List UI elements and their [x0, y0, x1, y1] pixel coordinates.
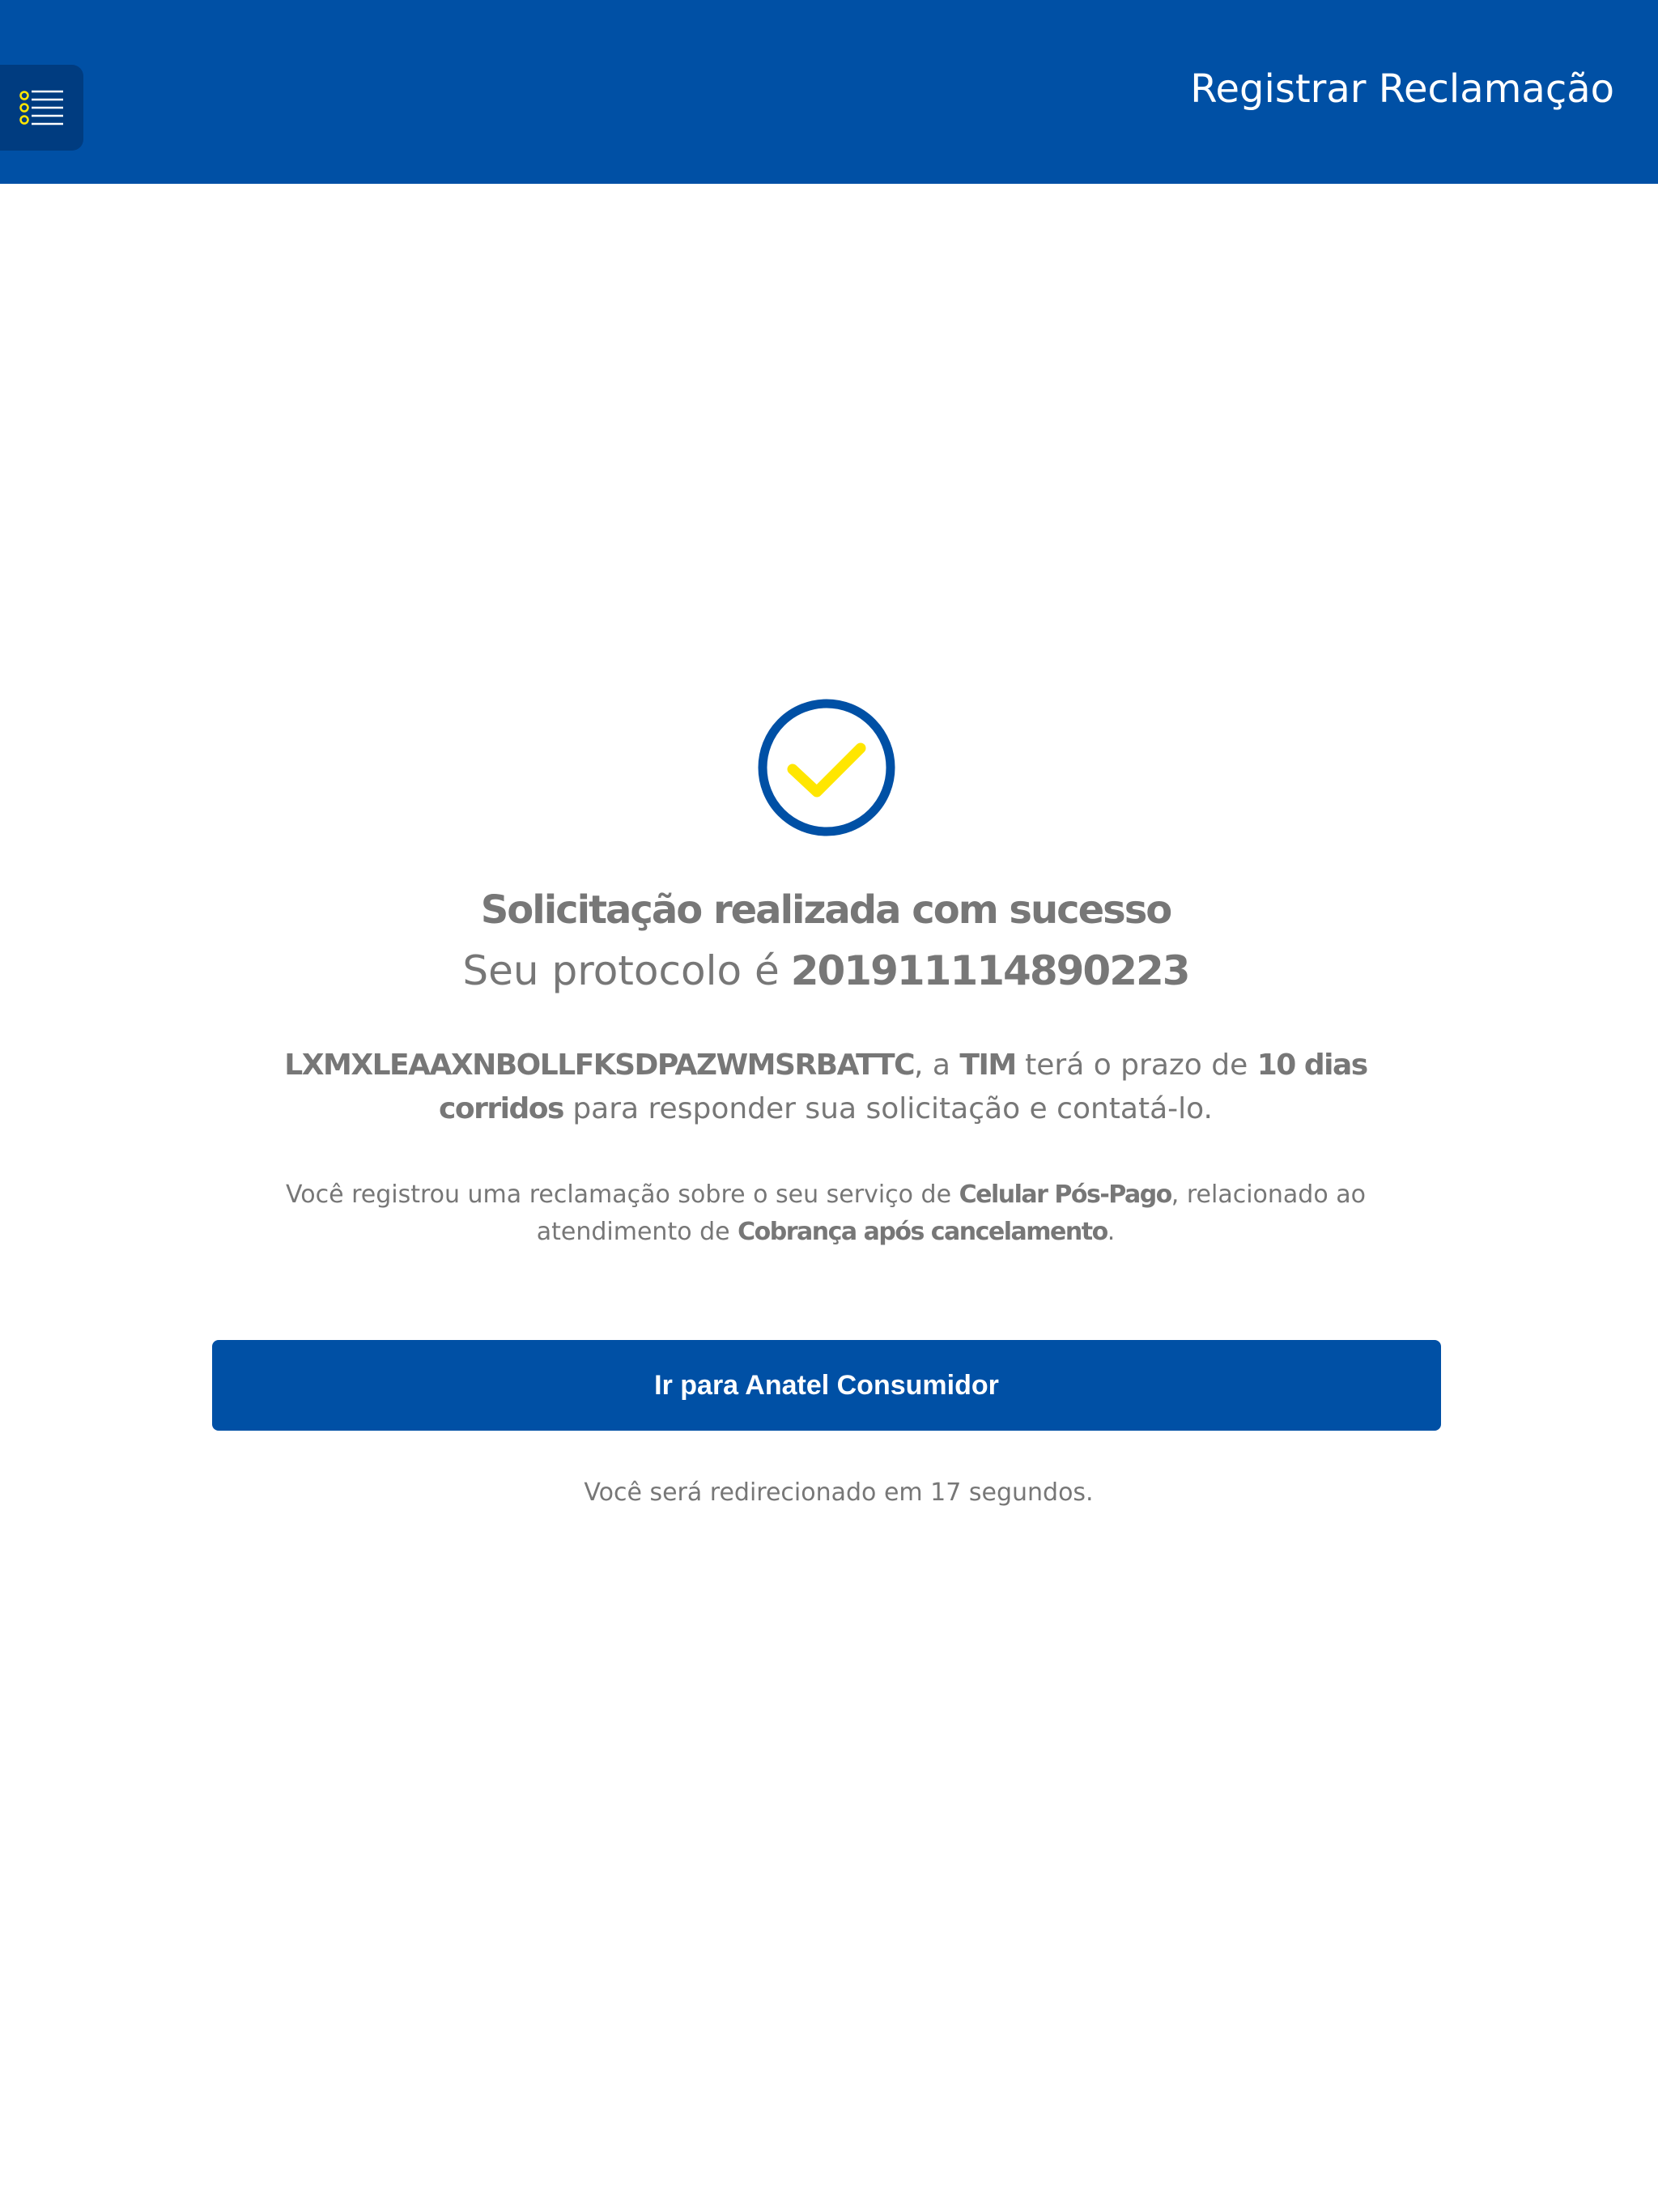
protocol-line: Seu protocolo é 201911114890223	[0, 942, 1652, 1000]
menu-button[interactable]	[0, 65, 83, 151]
page-title: Registrar Reclamação	[1190, 66, 1614, 112]
complaint-subject: Cobrança após cancelamento	[738, 1218, 1108, 1246]
protocol-number: 201911114890223	[790, 947, 1191, 994]
service-text-3: .	[1107, 1218, 1116, 1246]
app-header: Registrar Reclamação	[0, 0, 1658, 184]
go-to-anatel-consumidor-button[interactable]: Ir para Anatel Consumidor	[212, 1340, 1441, 1431]
success-title: Solicitação realizada com sucesso	[480, 887, 1173, 933]
service-type: Celular Pós-Pago	[959, 1180, 1173, 1209]
response-deadline-text: LXMXLEAAXNBOLLFKSDPAZWMSRBATTC, a TIM te…	[219, 1044, 1433, 1131]
user-name: LXMXLEAAXNBOLLFKSDPAZWMSRBATTC	[284, 1049, 915, 1082]
check-circle-icon	[758, 699, 895, 836]
service-text-1: Você registrou uma reclamação sobre o se…	[286, 1180, 959, 1209]
protocol-label: Seu protocolo é	[462, 947, 780, 994]
page: Registrar Reclamação Solicitação realiza…	[0, 0, 1658, 2212]
company-name: TIM	[959, 1049, 1017, 1082]
list-menu-icon	[19, 90, 63, 125]
deadline-text-3: para responder sua solicitação e contatá…	[563, 1092, 1213, 1125]
complaint-summary-text: Você registrou uma reclamação sobre o se…	[235, 1176, 1417, 1251]
deadline-text-2: terá o prazo de	[1015, 1049, 1257, 1082]
deadline-text-1: , a	[914, 1049, 960, 1082]
redirect-countdown-text: Você será redirecionado em 17 segundos.	[584, 1478, 1094, 1507]
